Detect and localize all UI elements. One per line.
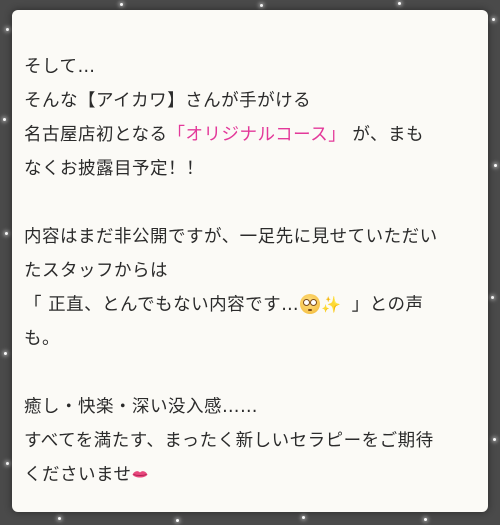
post-line: 癒し・快楽・深い没入感…… [24,397,258,417]
sparkle-dot [58,517,61,520]
sparkle-dot [176,519,179,522]
sparkles-icon: ✨ [321,295,342,314]
post-text: 」との声 [345,295,424,315]
post-text: 名古屋店初となる [24,125,168,145]
flushed-face-icon [300,294,321,314]
sparkle-dot [491,296,494,299]
post-line: そんな【アイカワ】さんが手がける [24,91,312,111]
sparkle-dot [302,516,305,519]
post-line: くださいませ [24,458,480,492]
post-text: が、まも [346,125,424,145]
sparkle-dot [493,438,496,441]
sparkle-dot [260,4,263,7]
post-line: も。 [24,329,60,349]
sparkle-dot [6,462,9,465]
post-line: 「 正直、とんでもない内容です… ✨ 」との声 [24,288,480,322]
lips-icon [132,471,148,478]
sparkle-dot [6,28,9,31]
sparkle-dot [492,18,495,21]
sparkle-dot [398,2,401,5]
post-line: 内容はまだ非公開ですが、一足先に見せていただい [24,227,438,247]
post-line: そして… [24,57,96,77]
sparkle-dot [5,232,8,235]
sparkle-dot [120,3,123,6]
post-text: 「 正直、とんでもない内容です… [24,295,300,315]
original-course-highlight: 「オリジナルコース」 [167,125,347,145]
post-line: すべてを満たす、まったく新しいセラピーをご期待 [24,431,434,451]
post-text: くださいませ [24,465,132,485]
post-card: そして… そんな【アイカワ】さんが手がける 名古屋店初となる「オリジナルコース」… [12,10,488,512]
post-line: たスタッフからは [24,261,168,281]
sparkle-dot [3,118,6,121]
sparkle-dot [4,352,7,355]
sparkle-dot [494,164,497,167]
post-line: 名古屋店初となる「オリジナルコース」 が、まも [24,118,480,152]
post-body: そして… そんな【アイカワ】さんが手がける 名古屋店初となる「オリジナルコース」… [24,50,480,492]
post-line: なくお披露目予定！！ [24,159,204,179]
sparkle-dot [424,518,427,521]
